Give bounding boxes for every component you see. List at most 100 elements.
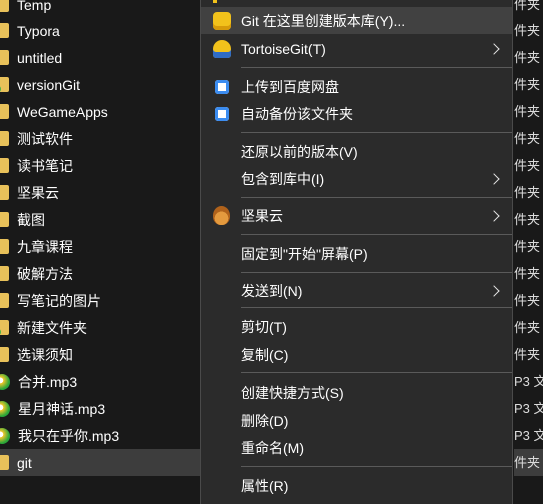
folder-icon [0, 131, 9, 146]
chevron-right-icon [488, 172, 500, 185]
file-name: git [17, 454, 32, 471]
menu-icon-fragment [213, 0, 217, 3]
list-item[interactable]: Temp [0, 0, 200, 18]
file-name: 我只在乎你.mp3 [18, 427, 120, 444]
menu-item-pin-to-start[interactable]: 固定到"开始"屏幕(P) [201, 240, 512, 267]
context-menu: Git 在这里创建版本库(Y)... TortoiseGit(T) 上传到百度网… [200, 0, 513, 504]
type-cell: P3 文 [514, 401, 543, 416]
folder-icon [0, 0, 9, 12]
list-item[interactable]: 测试软件 [0, 125, 200, 152]
folder-icon [0, 23, 9, 38]
file-name: WeGameApps [17, 103, 108, 120]
folder-icon [0, 347, 9, 362]
folder-icon [0, 239, 9, 254]
folder-icon [0, 293, 9, 308]
menu-item-cut[interactable]: 剪切(T) [201, 313, 512, 340]
chevron-right-icon [488, 209, 500, 222]
file-name: 新建文件夹 [17, 319, 87, 336]
file-name: 截图 [17, 211, 45, 228]
menu-item-copy[interactable]: 复制(C) [201, 341, 512, 368]
menu-item-restore-previous[interactable]: 还原以前的版本(V) [201, 138, 512, 165]
folder-icon [0, 455, 9, 470]
chevron-right-icon [488, 42, 500, 55]
baidu-netdisk-icon [215, 107, 229, 121]
type-column: 件夹 件夹 件夹 件夹 件夹 件夹 件夹 件夹 件夹 件夹 件夹 件夹 件夹 件… [514, 0, 543, 504]
folder-icon [0, 212, 9, 227]
type-cell: 件夹 [514, 158, 541, 173]
file-name: 合并.mp3 [18, 373, 78, 390]
menu-item-git-create-repo[interactable]: Git 在这里创建版本库(Y)... [201, 7, 512, 34]
type-cell: 件夹 [514, 104, 541, 119]
file-name: 选课须知 [17, 346, 73, 363]
menu-separator [241, 197, 512, 198]
type-cell: 件夹 [514, 347, 541, 362]
list-item[interactable]: Typora [0, 17, 200, 44]
file-name: versionGit [17, 76, 81, 93]
list-item[interactable]: 选课须知 [0, 341, 200, 368]
file-name: 写笔记的图片 [17, 292, 101, 309]
list-item[interactable]: 新建文件夹 [0, 314, 200, 341]
menu-item-create-shortcut[interactable]: 创建快捷方式(S) [201, 379, 512, 406]
menu-separator [241, 272, 512, 273]
menu-separator [241, 466, 512, 467]
list-item[interactable]: 破解方法 [0, 260, 200, 287]
menu-separator [241, 234, 512, 235]
menu-item-properties[interactable]: 属性(R) [201, 472, 512, 499]
menu-item-send-to[interactable]: 发送到(N) [201, 277, 512, 304]
type-cell: P3 文 [514, 428, 543, 443]
folder-icon [0, 50, 9, 65]
menu-separator [241, 372, 512, 373]
list-item[interactable]: 读书笔记 [0, 152, 200, 179]
file-name: 星月神话.mp3 [18, 400, 106, 417]
type-cell: 件夹 [514, 320, 541, 335]
menu-item-auto-backup[interactable]: 自动备份该文件夹 [201, 100, 512, 127]
menu-separator [241, 132, 512, 133]
file-name: Typora [17, 22, 60, 39]
type-cell: 件夹 [514, 23, 541, 38]
list-item[interactable]: versionGit [0, 71, 200, 98]
type-cell: 件夹 [514, 212, 541, 227]
acorn-icon [213, 206, 230, 225]
file-name: 坚果云 [17, 184, 59, 201]
type-cell: 件夹 [514, 185, 541, 200]
folder-git-icon [0, 320, 9, 336]
list-item[interactable]: 坚果云 [0, 179, 200, 206]
type-cell: 件夹 [514, 266, 541, 281]
type-cell: 件夹 [514, 50, 541, 65]
file-name: 读书笔记 [17, 157, 73, 174]
menu-item-tortoisegit[interactable]: TortoiseGit(T) [201, 35, 512, 62]
audio-file-icon [0, 400, 10, 417]
list-item[interactable]: 我只在乎你.mp3 [0, 422, 200, 449]
type-cell: 件夹 [514, 293, 541, 308]
list-item[interactable]: WeGameApps [0, 98, 200, 125]
type-cell: 件夹 [514, 0, 541, 12]
menu-item-jianguoyun[interactable]: 坚果云 [201, 202, 512, 229]
menu-item-include-in-library[interactable]: 包含到库中(I) [201, 165, 512, 192]
list-item[interactable]: 合并.mp3 [0, 368, 200, 395]
file-name: untitled [17, 49, 63, 66]
list-item[interactable]: 截图 [0, 206, 200, 233]
type-cell: 件夹 [514, 131, 541, 146]
list-item-selected[interactable]: git [0, 449, 212, 476]
chevron-right-icon [488, 284, 500, 297]
audio-file-icon [0, 427, 10, 444]
list-item[interactable]: 写笔记的图片 [0, 287, 200, 314]
audio-file-icon [0, 373, 10, 390]
file-name: 九章课程 [17, 238, 73, 255]
file-name: 测试软件 [17, 130, 73, 147]
list-item[interactable]: untitled [0, 44, 200, 71]
file-name: 破解方法 [17, 265, 73, 282]
list-item[interactable]: 九章课程 [0, 233, 200, 260]
type-cell: 件夹 [514, 239, 541, 254]
file-list: Temp Typora untitled versionGit WeGameAp… [0, 0, 212, 504]
tortoisegit-icon [213, 40, 231, 58]
menu-item-delete[interactable]: 删除(D) [201, 407, 512, 434]
git-database-icon [213, 12, 231, 30]
menu-item-rename[interactable]: 重命名(M) [201, 434, 512, 461]
folder-git-icon [0, 77, 9, 93]
folder-icon [0, 104, 9, 119]
menu-separator [241, 307, 512, 308]
list-item[interactable]: 星月神话.mp3 [0, 395, 200, 422]
menu-item-upload-baidu[interactable]: 上传到百度网盘 [201, 73, 512, 100]
menu-separator [241, 67, 512, 68]
